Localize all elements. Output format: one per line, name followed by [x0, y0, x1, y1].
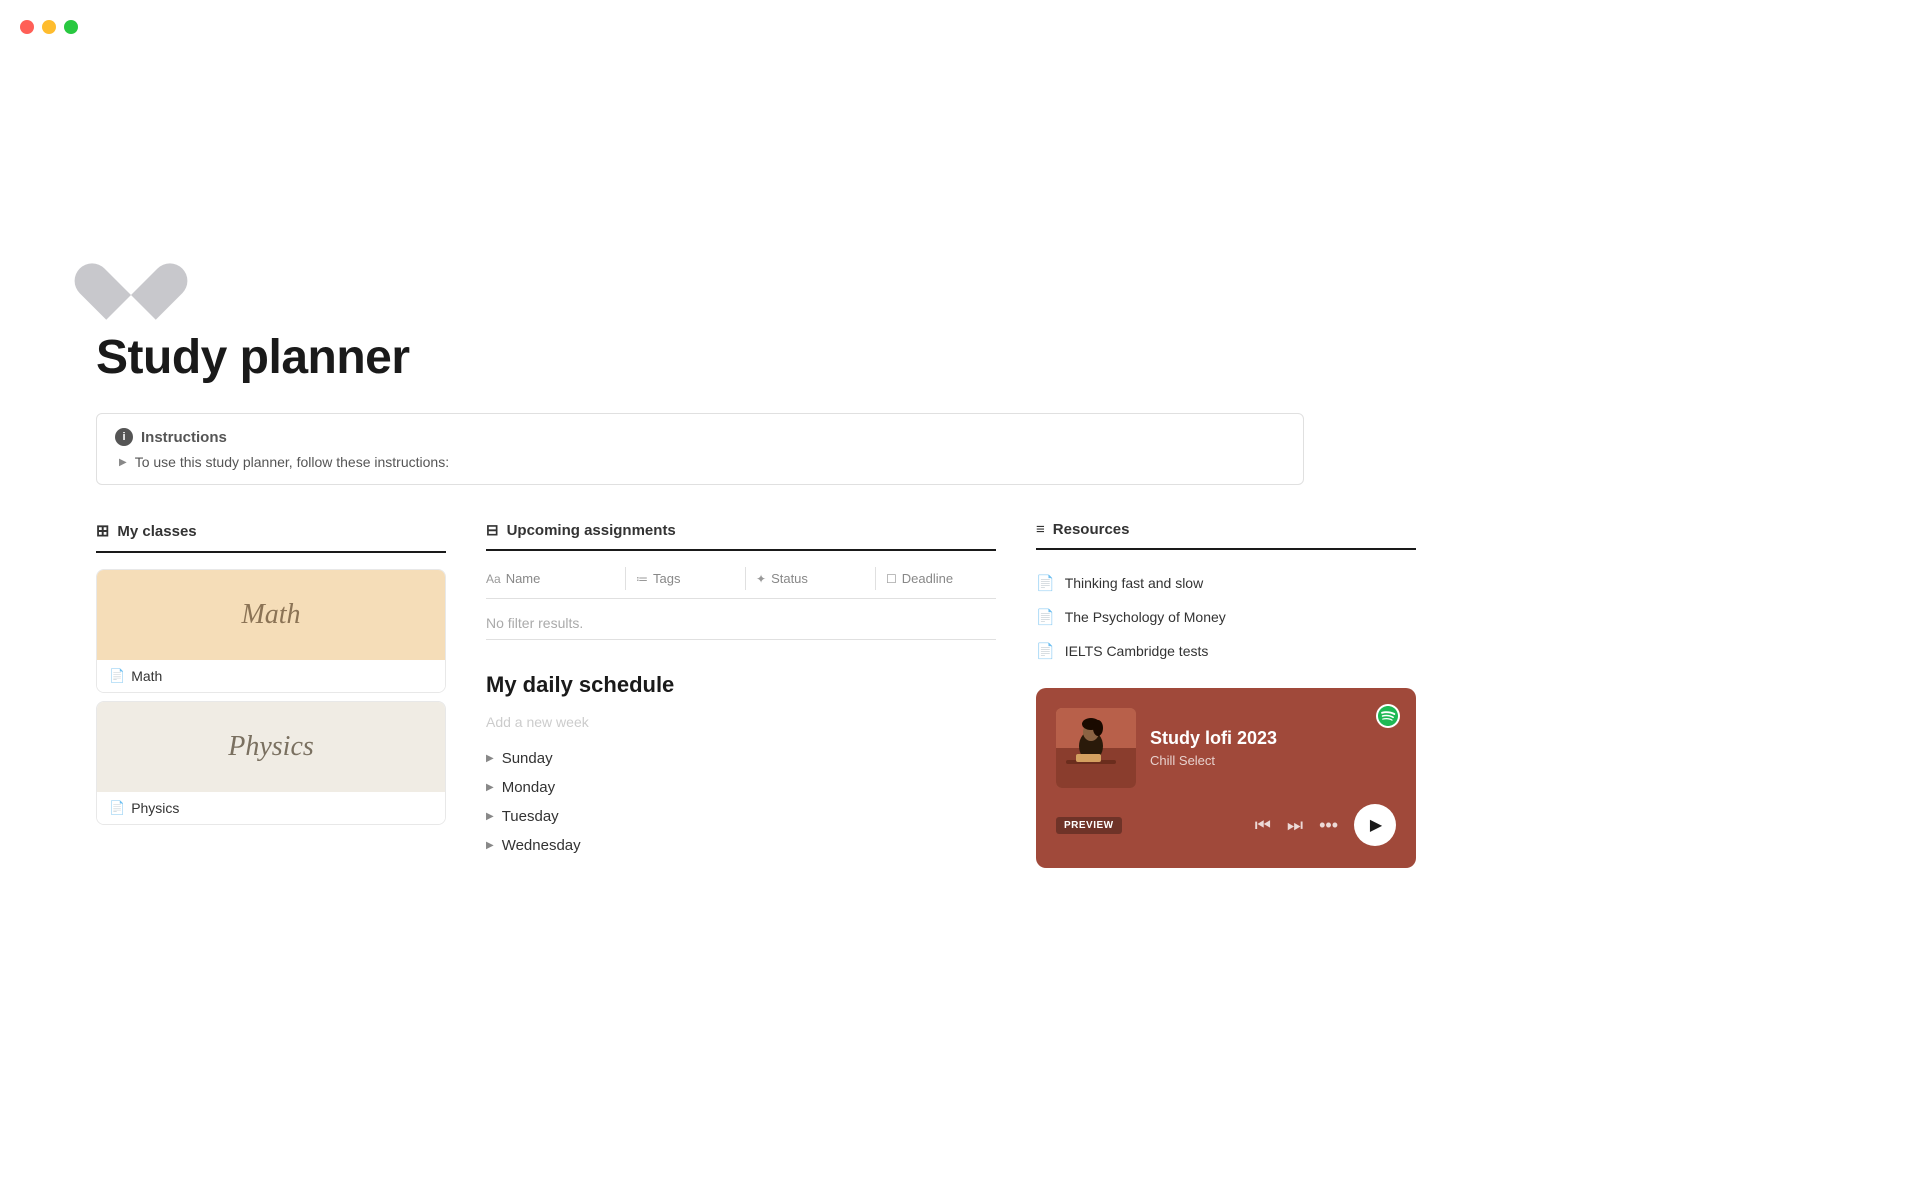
day-chevron-wednesday: ▶ — [486, 840, 494, 851]
spotify-album-art — [1056, 708, 1136, 788]
spotify-next-button[interactable]: ⏭ — [1287, 815, 1303, 836]
add-week-link[interactable]: Add a new week — [486, 714, 996, 730]
day-chevron-monday: ▶ — [486, 782, 494, 793]
spotify-controls: PREVIEW ⏮ ⏭ ••• ▶ — [1056, 804, 1396, 846]
name-col-icon: Aa — [486, 572, 501, 586]
day-label-wednesday: Wednesday — [502, 837, 581, 854]
resource-doc-icon-1: 📄 — [1036, 574, 1055, 592]
instructions-header: i Instructions — [115, 428, 1285, 446]
spotify-artist: Chill Select — [1150, 753, 1396, 768]
math-card-label: Math — [131, 668, 162, 684]
instructions-text: To use this study planner, follow these … — [135, 454, 449, 470]
resources-icon: ≡ — [1036, 521, 1045, 538]
resource-item-1[interactable]: 📄 Thinking fast and slow — [1036, 566, 1416, 600]
physics-card-label: Physics — [131, 800, 179, 816]
col-header-tags[interactable]: ≔ Tags — [626, 567, 746, 590]
assignments-section-header: ⊟ Upcoming assignments — [486, 521, 996, 551]
instructions-title: Instructions — [141, 429, 227, 446]
spotify-more-button[interactable]: ••• — [1319, 815, 1338, 836]
daily-schedule-title: My daily schedule — [486, 672, 996, 698]
tags-col-icon: ≔ — [636, 572, 648, 586]
math-card-footer: 📄 Math — [97, 660, 445, 692]
spotify-logo — [1376, 704, 1400, 728]
spotify-album-row: Study lofi 2023 Chill Select — [1056, 708, 1396, 788]
day-label-tuesday: Tuesday — [502, 808, 559, 825]
col-header-status[interactable]: ✦ Status — [746, 567, 876, 590]
schedule-day-monday[interactable]: ▶ Monday — [486, 773, 996, 802]
schedule-day-sunday[interactable]: ▶ Sunday — [486, 744, 996, 773]
col-header-deadline[interactable]: ☐ Deadline — [876, 567, 996, 590]
col-header-name[interactable]: Aa Name — [486, 567, 626, 590]
math-card-image: Math — [97, 570, 445, 660]
spotify-info: Study lofi 2023 Chill Select — [1150, 728, 1396, 768]
three-col-layout: ⊞ My classes Math 📄 Math Physics 📄 Physi… — [96, 521, 1304, 868]
page-icon — [96, 240, 166, 305]
spotify-card: Study lofi 2023 Chill Select PREVIEW ⏮ ⏭… — [1036, 688, 1416, 868]
spotify-play-button[interactable]: ▶ — [1354, 804, 1396, 846]
status-col-label: Status — [771, 571, 808, 586]
doc-icon-physics: 📄 — [109, 800, 125, 816]
resources-section-header: ≡ Resources — [1036, 521, 1416, 550]
day-label-monday: Monday — [502, 779, 555, 796]
instructions-body[interactable]: ▶ To use this study planner, follow thes… — [115, 454, 1285, 470]
play-icon: ▶ — [1370, 815, 1382, 835]
db-header-row: Aa Name ≔ Tags ✦ Status ☐ Deadline — [486, 567, 996, 599]
page-title: Study planner — [96, 330, 1304, 385]
schedule-day-wednesday[interactable]: ▶ Wednesday — [486, 831, 996, 860]
resource-label-3: IELTS Cambridge tests — [1065, 643, 1209, 659]
classes-section-label: My classes — [117, 523, 196, 540]
close-button[interactable] — [20, 20, 34, 34]
window-controls — [20, 20, 78, 34]
spotify-preview-badge: PREVIEW — [1056, 817, 1122, 834]
schedule-day-tuesday[interactable]: ▶ Tuesday — [486, 802, 996, 831]
spotify-prev-button[interactable]: ⏮ — [1255, 815, 1271, 836]
resources-column: ≡ Resources 📄 Thinking fast and slow 📄 T… — [1036, 521, 1416, 868]
status-col-icon: ✦ — [756, 572, 766, 586]
maximize-button[interactable] — [64, 20, 78, 34]
name-col-label: Name — [506, 571, 541, 586]
doc-icon-math: 📄 — [109, 668, 125, 684]
deadline-col-icon: ☐ — [886, 572, 897, 586]
day-label-sunday: Sunday — [502, 750, 553, 767]
resource-label-2: The Psychology of Money — [1065, 609, 1226, 625]
day-chevron-sunday: ▶ — [486, 753, 494, 764]
minimize-button[interactable] — [42, 20, 56, 34]
resource-doc-icon-2: 📄 — [1036, 608, 1055, 626]
physics-card-footer: 📄 Physics — [97, 792, 445, 824]
classes-section-header: ⊞ My classes — [96, 521, 446, 553]
resource-item-3[interactable]: 📄 IELTS Cambridge tests — [1036, 634, 1416, 668]
grid-icon: ⊞ — [96, 521, 109, 541]
resource-label-1: Thinking fast and slow — [1065, 575, 1204, 591]
spotify-buttons: ⏮ ⏭ ••• ▶ — [1255, 804, 1396, 846]
main-content: Study planner i Instructions ▶ To use th… — [0, 0, 1400, 868]
physics-card-image: Physics — [97, 702, 445, 792]
assignments-section-label: Upcoming assignments — [507, 522, 676, 539]
instructions-block: i Instructions ▶ To use this study plann… — [96, 413, 1304, 485]
classes-column: ⊞ My classes Math 📄 Math Physics 📄 Physi… — [96, 521, 446, 833]
tags-col-label: Tags — [653, 571, 680, 586]
no-results-text: No filter results. — [486, 607, 996, 640]
day-chevron-tuesday: ▶ — [486, 811, 494, 822]
class-card-math[interactable]: Math 📄 Math — [96, 569, 446, 693]
info-icon: i — [115, 428, 133, 446]
list-view-icon: ⊟ — [486, 521, 499, 539]
album-art-svg — [1056, 708, 1136, 788]
deadline-col-label: Deadline — [902, 571, 953, 586]
resource-doc-icon-3: 📄 — [1036, 642, 1055, 660]
class-card-physics[interactable]: Physics 📄 Physics — [96, 701, 446, 825]
spotify-track-name: Study lofi 2023 — [1150, 728, 1396, 749]
resource-item-2[interactable]: 📄 The Psychology of Money — [1036, 600, 1416, 634]
resources-section-label: Resources — [1053, 521, 1130, 538]
triangle-icon: ▶ — [119, 457, 127, 468]
assignments-column: ⊟ Upcoming assignments Aa Name ≔ Tags ✦ … — [486, 521, 996, 860]
